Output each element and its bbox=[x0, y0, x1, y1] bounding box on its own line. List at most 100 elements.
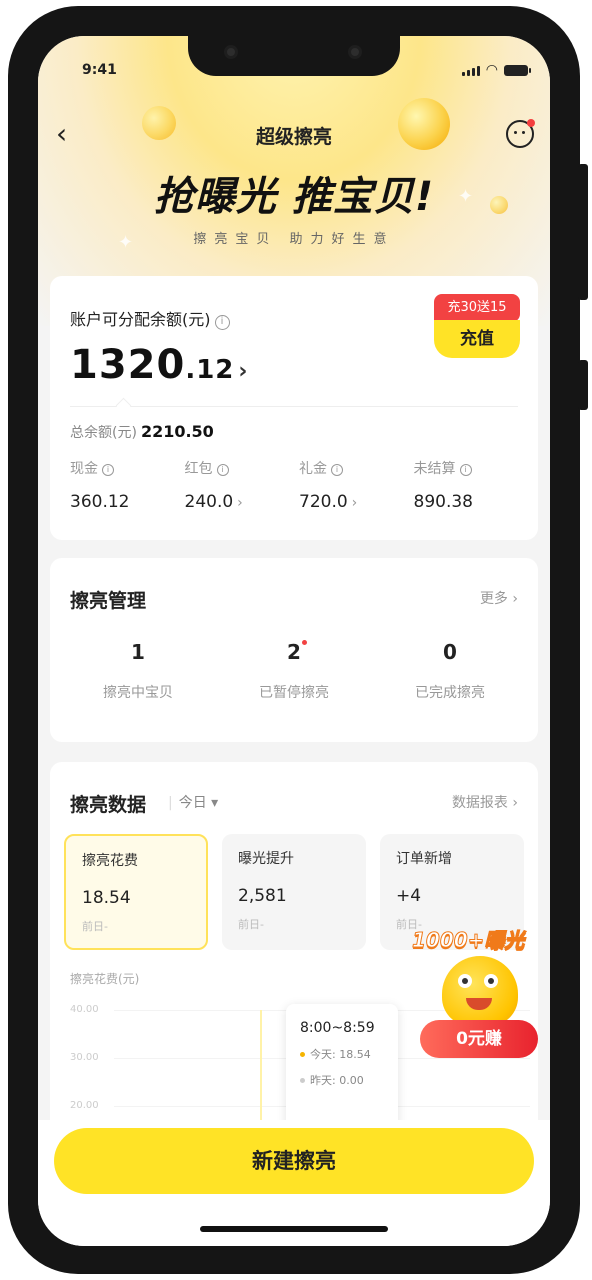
metric-compare: 前日- bbox=[238, 918, 264, 931]
legend-dot bbox=[300, 1078, 305, 1083]
mascot-eye bbox=[458, 974, 472, 988]
total-balance-label: 总余额(元) bbox=[70, 425, 137, 441]
info-icon[interactable]: i bbox=[459, 464, 472, 476]
page-title: 超级擦亮 bbox=[255, 126, 332, 148]
stat-completed[interactable]: 0 已完成擦亮 bbox=[372, 640, 528, 702]
phone-side-button-top bbox=[578, 164, 588, 300]
y-tick-label: 30.00 bbox=[70, 1052, 99, 1063]
info-icon[interactable]: i bbox=[214, 315, 230, 330]
balance-item-unsettled: 未结算 i 890.38 bbox=[414, 458, 529, 512]
boost-management-card: 擦亮管理 更多 › 1 擦亮中宝贝 2 已暂停擦亮 0 已完成擦亮 bbox=[50, 558, 538, 742]
date-range-value: 今日 bbox=[178, 795, 207, 811]
mascot-eye bbox=[484, 974, 498, 988]
tooltip-row-today: 今天: 18.54 bbox=[300, 1046, 384, 1062]
balance-amount[interactable]: 1320.12 › bbox=[70, 342, 248, 388]
app-screen: 9:41 ◠ ✦ ✦ ‹ 超级擦亮 抢曝光 推宝贝! 擦亮宝贝 助力好生意 账户… bbox=[38, 36, 550, 1246]
more-link[interactable]: 更多 › bbox=[480, 588, 518, 608]
new-boost-button[interactable]: 新建擦亮 bbox=[54, 1128, 534, 1194]
metric-label: 订单新增 bbox=[396, 851, 452, 867]
balance-item-label: 现金 bbox=[70, 461, 98, 477]
section-title: 擦亮管理 bbox=[70, 590, 147, 612]
camera-notch bbox=[188, 36, 400, 76]
status-icons: ◠ bbox=[461, 63, 531, 77]
stat-value: 1 bbox=[131, 640, 145, 664]
customer-service-icon[interactable] bbox=[506, 119, 535, 148]
tooltip-series-value: 0.00 bbox=[339, 1074, 364, 1087]
recharge-promo-badge: 充30送15 bbox=[434, 294, 520, 322]
chart-title: 擦亮花费(元) bbox=[70, 972, 140, 986]
chevron-right-icon: › bbox=[237, 495, 243, 511]
promo-title: 1000+曝光 bbox=[411, 928, 525, 953]
balance-item-label: 未结算 bbox=[413, 461, 456, 477]
phone-side-button-bottom bbox=[578, 360, 588, 410]
stat-boosting[interactable]: 1 擦亮中宝贝 bbox=[60, 640, 216, 702]
total-balance: 总余额(元) 2210.50 bbox=[70, 422, 214, 442]
tooltip-time: 8:00~8:59 bbox=[300, 1020, 375, 1036]
caret-down-icon: ▾ bbox=[211, 795, 219, 811]
tooltip-series-name: 今天 bbox=[310, 1048, 332, 1061]
balance-item-gift[interactable]: 礼金 i 720.0 › bbox=[299, 458, 414, 512]
total-balance-value: 2210.50 bbox=[140, 422, 214, 441]
alert-dot bbox=[301, 640, 307, 645]
metric-value: 2,581 bbox=[238, 886, 287, 906]
balance-item-redpacket[interactable]: 红包 i 240.0 › bbox=[185, 458, 300, 512]
metric-card-spend[interactable]: 擦亮花费 18.54 前日- bbox=[64, 834, 208, 950]
mascot-icon bbox=[442, 956, 518, 1026]
balance-item-value: 360.12 bbox=[70, 492, 130, 512]
stat-value: 2 bbox=[287, 640, 301, 664]
balance-item-label: 红包 bbox=[184, 461, 213, 477]
stat-label: 擦亮中宝贝 bbox=[103, 685, 173, 701]
signal-icon bbox=[461, 66, 480, 76]
metric-label: 曝光提升 bbox=[238, 851, 294, 867]
bottom-action-bar: 新建擦亮 bbox=[38, 1120, 550, 1246]
stat-paused[interactable]: 2 已暂停擦亮 bbox=[216, 640, 372, 702]
hero-slogan: 抢曝光 推宝贝! bbox=[153, 174, 435, 220]
tooltip-row-yesterday: 昨天: 0.00 bbox=[300, 1072, 384, 1088]
front-camera-icon bbox=[224, 45, 238, 59]
report-link[interactable]: 数据报表 › bbox=[452, 792, 518, 812]
balance-item-value: 720.0 bbox=[299, 492, 348, 512]
account-balance-card: 账户可分配余额(元) i 1320.12 › 充30送15 充值 总余额(元) 221… bbox=[50, 276, 538, 540]
section-title: 擦亮数据 bbox=[70, 794, 147, 816]
metric-card-exposure[interactable]: 曝光提升 2,581 前日- bbox=[222, 834, 366, 950]
info-icon[interactable]: i bbox=[331, 464, 343, 476]
info-icon[interactable]: i bbox=[216, 464, 229, 476]
home-indicator[interactable] bbox=[200, 1226, 388, 1232]
balance-item-value: 890.38 bbox=[413, 492, 473, 512]
balance-label-row: 账户可分配余额(元) i bbox=[70, 306, 230, 330]
floating-promo-widget[interactable]: 1000+曝光 0元赚 bbox=[411, 920, 546, 1086]
stat-value: 0 bbox=[443, 640, 457, 664]
hero-sub-slogan: 擦亮宝贝 助力好生意 bbox=[193, 232, 395, 247]
stat-label: 已完成擦亮 bbox=[415, 685, 485, 701]
legend-dot bbox=[300, 1052, 305, 1057]
divider: | bbox=[168, 795, 173, 811]
status-time: 9:41 bbox=[82, 62, 117, 78]
y-tick-label: 20.00 bbox=[70, 1100, 99, 1111]
battery-icon bbox=[504, 65, 531, 76]
recharge-button[interactable]: 充值 bbox=[434, 320, 520, 358]
info-icon[interactable]: i bbox=[102, 464, 114, 476]
divider bbox=[70, 406, 518, 407]
boost-stats: 1 擦亮中宝贝 2 已暂停擦亮 0 已完成擦亮 bbox=[60, 640, 528, 702]
metric-compare: 前日- bbox=[82, 920, 108, 933]
balance-breakdown: 现金 i 360.12 红包 i 240.0 › 礼金 i 720.0 › 未结算 i 89… bbox=[70, 458, 528, 512]
y-tick-label: 40.00 bbox=[70, 1004, 99, 1015]
notification-dot bbox=[527, 119, 535, 127]
promo-claim-button[interactable]: 0元赚 bbox=[420, 1020, 538, 1058]
metric-value: +4 bbox=[396, 886, 422, 906]
tooltip-series-value: 18.54 bbox=[339, 1048, 371, 1061]
balance-amount-dec: .12 bbox=[185, 355, 235, 385]
date-range-selector[interactable]: | 今日 ▾ bbox=[168, 792, 218, 812]
chevron-right-icon: › bbox=[351, 495, 358, 511]
balance-label: 账户可分配余额(元) bbox=[70, 310, 211, 329]
stat-label: 已暂停擦亮 bbox=[259, 685, 329, 701]
metric-value: 18.54 bbox=[82, 888, 131, 908]
metric-label: 擦亮花费 bbox=[82, 853, 138, 869]
balance-item-value: 240.0 bbox=[184, 492, 234, 512]
stat-value-wrap: 2 bbox=[287, 640, 307, 664]
balance-item-cash: 现金 i 360.12 bbox=[70, 458, 185, 512]
balance-item-label: 礼金 bbox=[299, 461, 327, 477]
balance-amount-int: 1320 bbox=[70, 342, 186, 388]
tooltip-series-name: 昨天 bbox=[310, 1074, 332, 1087]
mascot-mouth bbox=[466, 998, 492, 1010]
